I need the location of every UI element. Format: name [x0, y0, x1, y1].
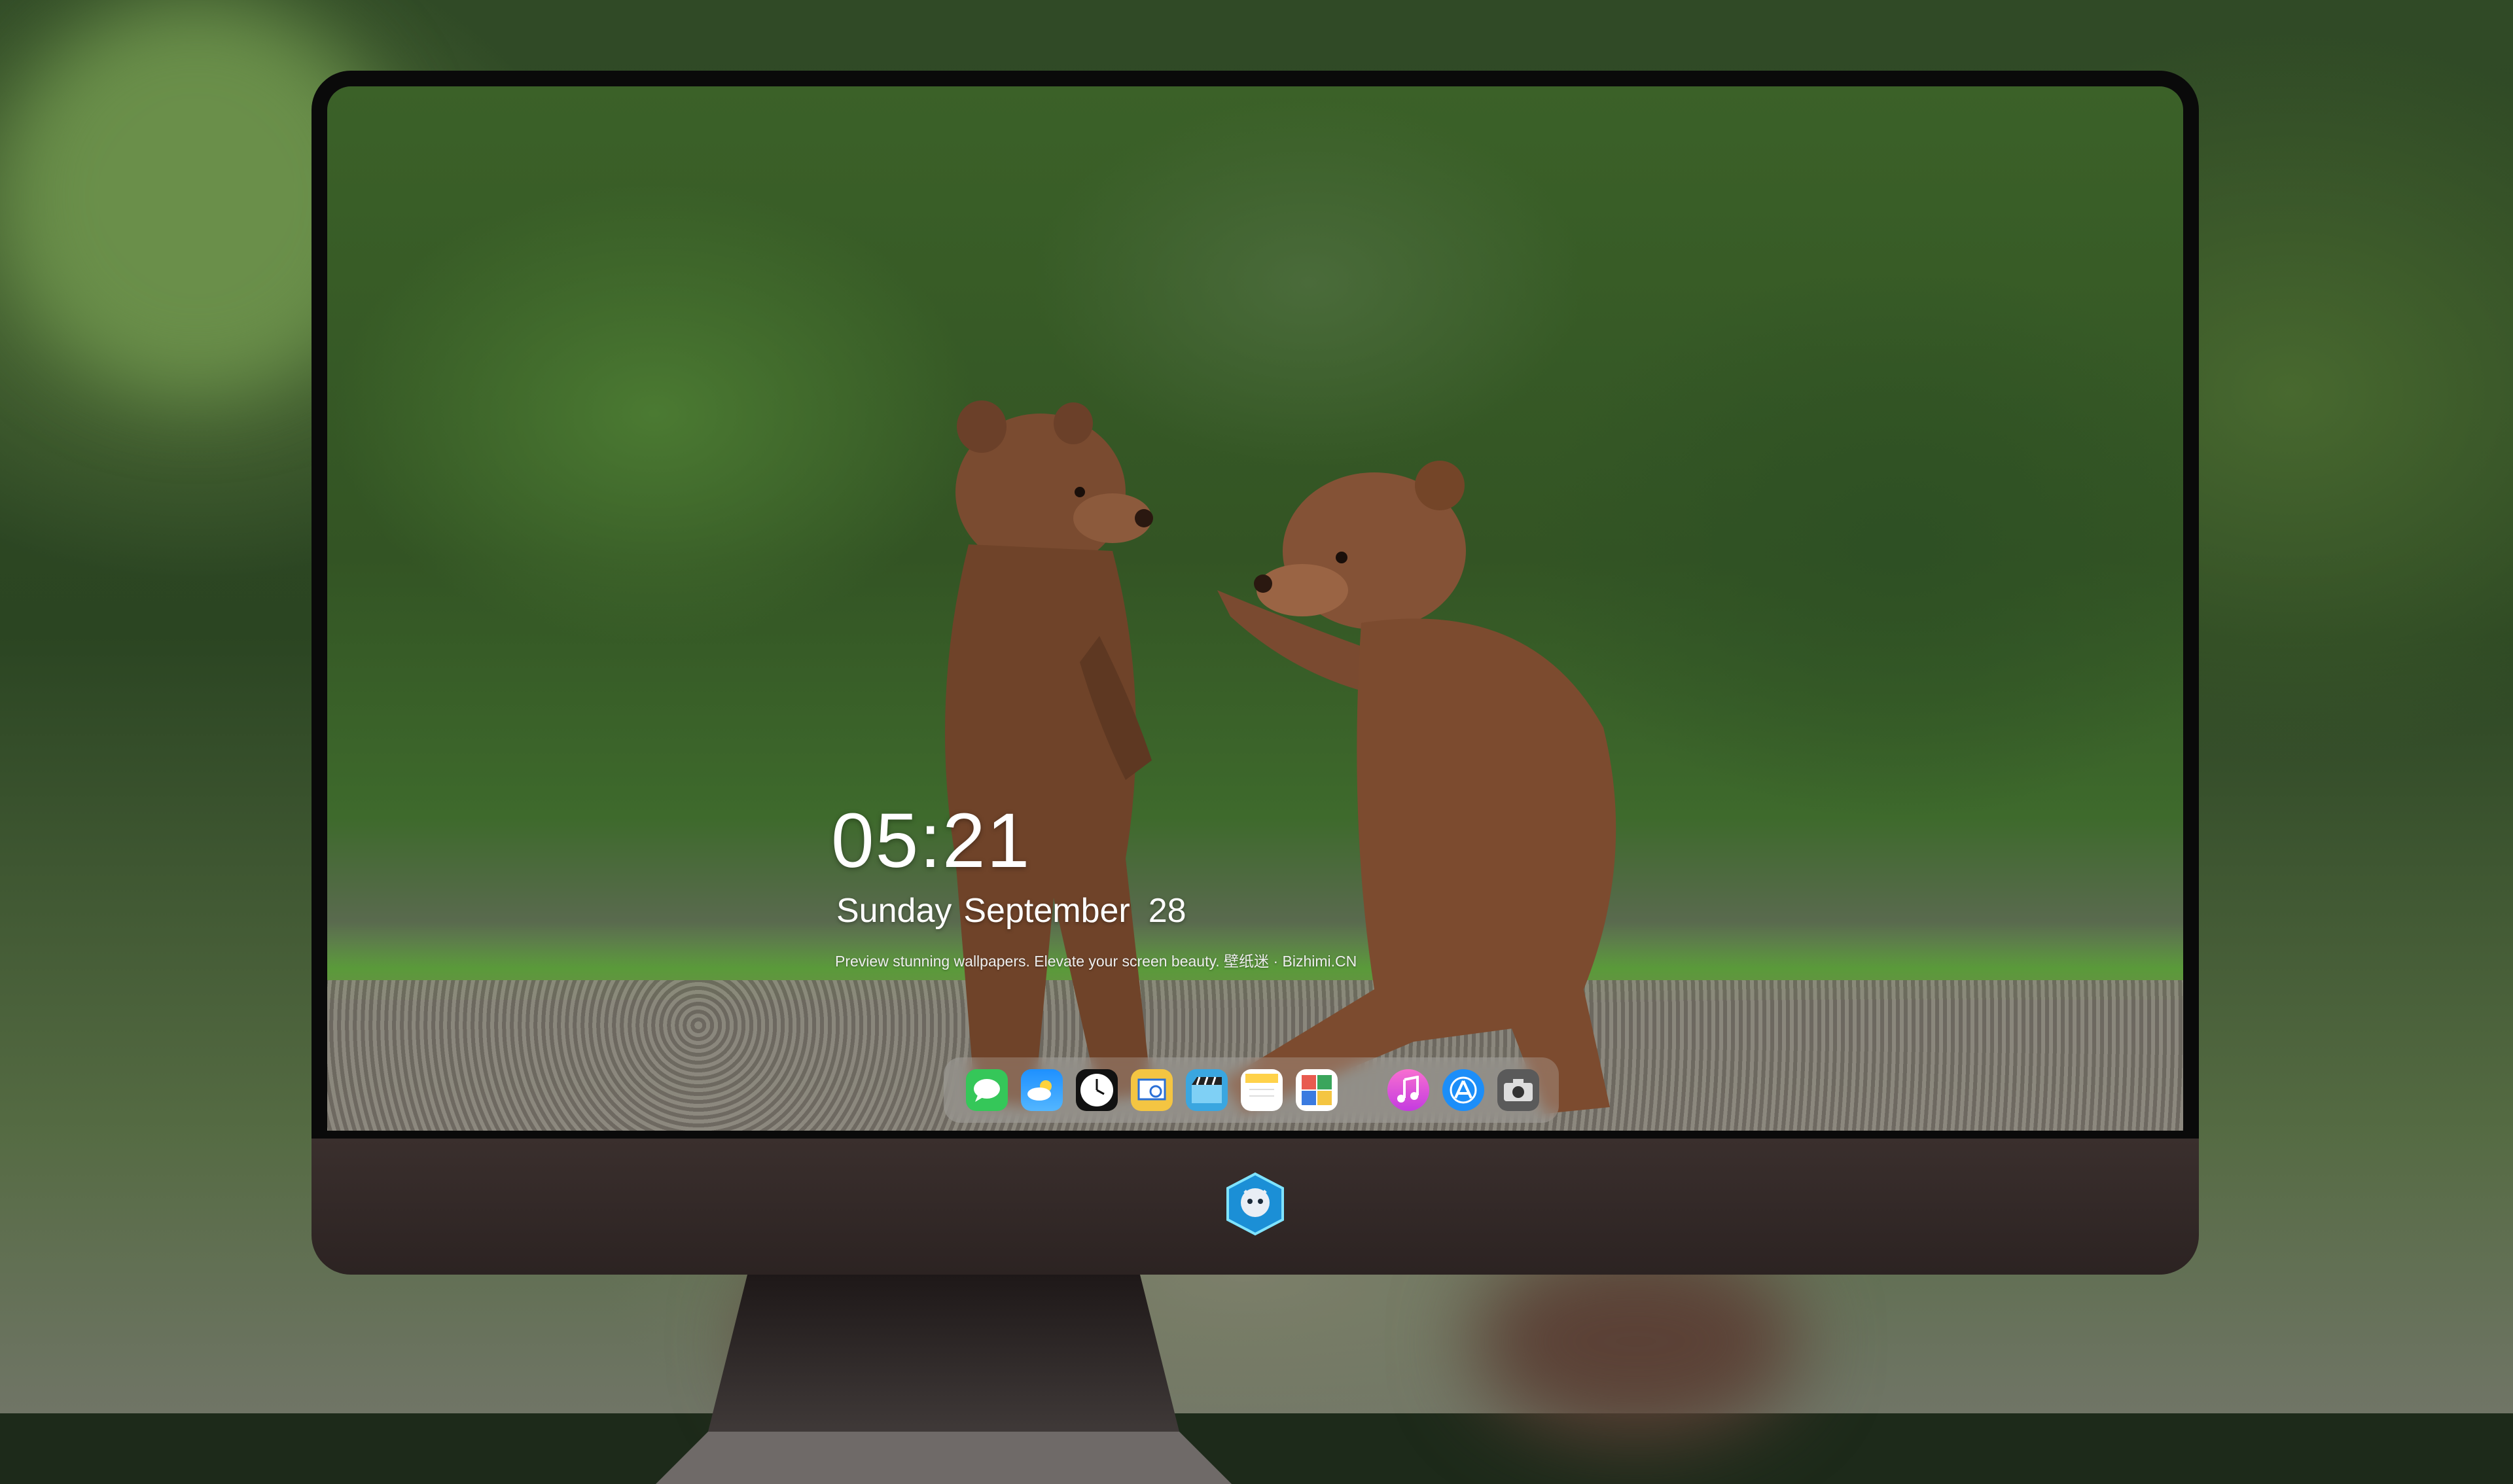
brand-logo-icon: [1226, 1172, 1284, 1236]
preview-icon[interactable]: [1131, 1069, 1173, 1111]
messages-icon[interactable]: [966, 1069, 1008, 1111]
bear-cub-right: [1217, 461, 1616, 1114]
lock-month: September: [963, 892, 1130, 930]
lock-day: 28: [1148, 892, 1186, 930]
clips-icon[interactable]: [1186, 1069, 1228, 1111]
lock-weekday: Sunday: [836, 892, 952, 930]
lock-screen[interactable]: 05:21 Sunday September 28 Preview stunning…: [327, 86, 2183, 1131]
lock-tagline: Preview stunning wallpapers. Elevate you…: [835, 953, 1357, 970]
app-store-icon[interactable]: [1442, 1069, 1484, 1111]
clock-icon[interactable]: [1076, 1069, 1118, 1111]
monitor-stand: [656, 1275, 1232, 1484]
monitor-bezel: 05:21 Sunday September 28 Preview stunning…: [312, 71, 2199, 1139]
lock-date: Sunday September 28: [836, 891, 1186, 930]
notes-icon[interactable]: [1241, 1069, 1283, 1111]
dock: [944, 1057, 1559, 1123]
camera-icon[interactable]: [1497, 1069, 1539, 1111]
lock-clock: 05:21: [831, 798, 1031, 884]
music-icon[interactable]: [1387, 1069, 1429, 1111]
weather-icon[interactable]: [1021, 1069, 1063, 1111]
photo-booth-icon[interactable]: [1296, 1069, 1338, 1111]
bear-cub-left: [945, 400, 1153, 1107]
